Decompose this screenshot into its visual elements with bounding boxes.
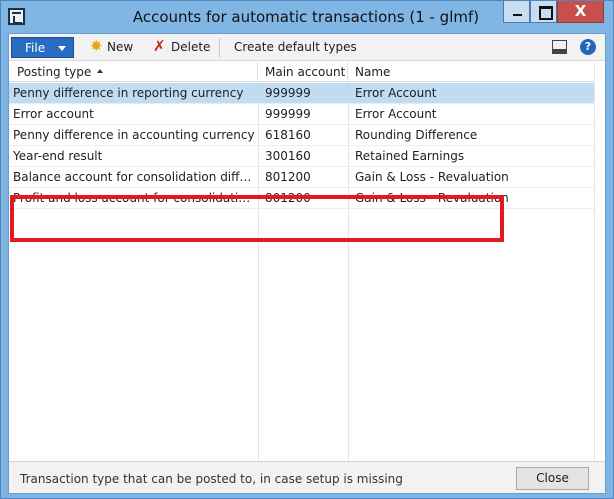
table-row[interactable]: Error account 999999 Error Account <box>9 104 594 125</box>
table-row[interactable]: Penny difference in reporting currency 9… <box>9 83 594 104</box>
posting-type-cell: Error account <box>13 107 94 121</box>
column-header-posting-type[interactable]: Posting type <box>9 62 258 82</box>
column-header-name[interactable]: Name <box>348 62 594 82</box>
name-cell: Rounding Difference <box>355 128 478 142</box>
red-x-icon[interactable]: ✗ <box>153 38 166 55</box>
vertical-scrollbar[interactable] <box>594 62 605 461</box>
main-account-cell[interactable]: 999999 <box>265 83 345 104</box>
name-cell: Error Account <box>355 86 437 100</box>
dialog-content: File ✸ New ✗ Delete Create default types… <box>8 33 606 494</box>
new-button[interactable]: New <box>107 40 133 54</box>
dialog-window: Accounts for automatic transactions (1 -… <box>0 0 614 499</box>
status-bar: Transaction type that can be posted to, … <box>9 461 605 493</box>
sort-ascending-icon <box>97 69 103 73</box>
main-account-cell[interactable]: 801200 <box>265 167 345 188</box>
delete-button[interactable]: Delete <box>171 40 210 54</box>
file-menu-button[interactable]: File <box>11 37 74 58</box>
main-account-cell[interactable]: 300160 <box>265 146 345 167</box>
posting-types-grid: Posting type Main account Name Penny dif… <box>9 62 605 461</box>
highlight-annotation-box <box>10 195 504 242</box>
posting-type-cell: Balance account for consolidation differ… <box>13 170 256 184</box>
column-header-main-account[interactable]: Main account <box>258 62 348 82</box>
table-row[interactable]: Year-end result 300160 Retained Earnings <box>9 146 594 167</box>
name-cell: Gain & Loss - Revaluation <box>355 170 509 184</box>
column-header-label: Main account <box>265 65 346 79</box>
app-window-icon[interactable] <box>8 8 25 25</box>
table-row[interactable]: Penny difference in accounting currency … <box>9 125 594 146</box>
main-account-cell[interactable]: 999999 <box>265 104 345 125</box>
name-cell: Retained Earnings <box>355 149 465 163</box>
maximize-button[interactable] <box>530 1 557 23</box>
file-menu-label: File <box>25 41 46 55</box>
close-window-button[interactable]: X <box>557 1 604 23</box>
help-icon[interactable]: ? <box>580 39 596 55</box>
close-icon: X <box>574 2 587 20</box>
title-bar[interactable]: Accounts for automatic transactions (1 -… <box>1 1 613 33</box>
column-header-label: Posting type <box>17 65 92 79</box>
sun-star-icon[interactable]: ✸ <box>90 39 103 54</box>
grid-header: Posting type Main account Name <box>9 62 594 82</box>
minimize-button[interactable] <box>503 1 530 23</box>
name-cell: Error Account <box>355 107 437 121</box>
close-button[interactable]: Close <box>516 467 589 490</box>
create-default-types-button[interactable]: Create default types <box>234 40 357 54</box>
toolbar-divider <box>219 38 220 57</box>
posting-type-cell: Year-end result <box>13 149 103 163</box>
chevron-down-icon <box>58 46 66 51</box>
main-account-cell[interactable]: 618160 <box>265 125 345 146</box>
action-pane: File ✸ New ✗ Delete Create default types… <box>9 34 605 61</box>
table-row[interactable]: Balance account for consolidation differ… <box>9 167 594 188</box>
window-title: Accounts for automatic transactions (1 -… <box>132 8 480 26</box>
layout-panel-icon[interactable] <box>552 40 567 54</box>
posting-type-cell: Penny difference in accounting currency <box>13 128 255 142</box>
help-text: Transaction type that can be posted to, … <box>20 472 403 486</box>
posting-type-cell: Penny difference in reporting currency <box>13 86 244 100</box>
column-header-label: Name <box>355 65 391 79</box>
